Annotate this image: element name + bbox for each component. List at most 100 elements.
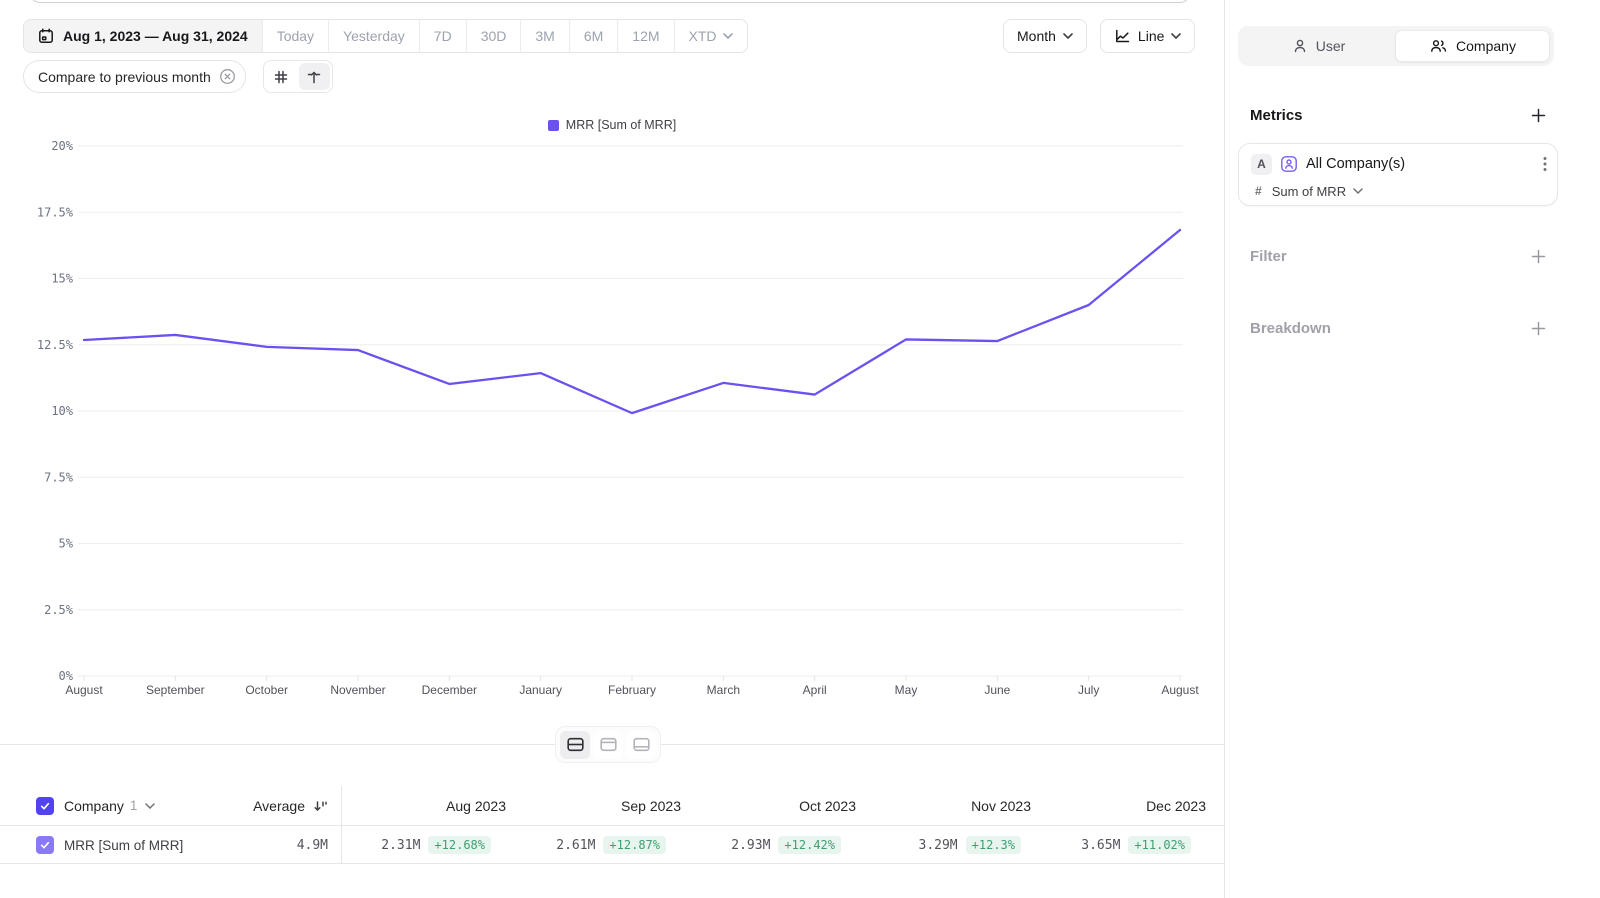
tab-user-label: User — [1316, 38, 1346, 54]
y-axis-tick-label: 7.5% — [44, 470, 74, 484]
y-axis-tick-label: 17.5% — [37, 205, 74, 219]
column-header-dec-2023[interactable]: Dec 2023 — [1046, 798, 1206, 814]
x-axis-month-label: April — [803, 683, 827, 697]
layout-split-button[interactable] — [560, 731, 590, 759]
chevron-down-icon — [145, 803, 155, 809]
chart-controls: Month Line — [1003, 19, 1195, 53]
mrr-line-chart[interactable]: 0%2.5%5%7.5%10%12.5%15%17.5%20%AugustSep… — [0, 138, 1224, 713]
y-axis-tick-label: 2.5% — [44, 603, 74, 617]
column-header-sep-2023[interactable]: Sep 2023 — [521, 798, 681, 814]
cell-nov-2023: 3.29M+12.3% — [871, 827, 1021, 863]
add-metric-button[interactable] — [1528, 105, 1548, 125]
preset-yesterday[interactable]: Yesterday — [328, 20, 419, 52]
y-axis-tick-label: 15% — [51, 272, 73, 286]
delta-badge: +12.68% — [428, 836, 491, 854]
main-panel: Aug 1, 2023 — Aug 31, 2024 Today Yesterd… — [0, 0, 1224, 898]
analytics-app: Aug 1, 2023 — Aug 31, 2024 Today Yesterd… — [0, 0, 1600, 898]
preset-6m[interactable]: 6M — [569, 20, 617, 52]
average-column-header[interactable]: Average — [180, 786, 328, 825]
metric-letter-badge: A — [1251, 154, 1272, 175]
date-range-label: Aug 1, 2023 — Aug 31, 2024 — [63, 28, 248, 44]
preset-3m[interactable]: 3M — [520, 20, 568, 52]
remove-compare-icon[interactable] — [219, 68, 236, 85]
y-axis-tick-label: 10% — [51, 404, 73, 418]
x-axis-month-label: September — [146, 683, 205, 697]
select-all-checkbox[interactable] — [36, 786, 54, 825]
date-range-button[interactable]: Aug 1, 2023 — Aug 31, 2024 — [24, 20, 262, 52]
chart-type-dropdown[interactable]: Line — [1100, 19, 1195, 53]
metrics-section-header: Metrics — [1238, 104, 1554, 126]
x-axis-month-label: August — [65, 683, 103, 697]
mrr-series-line[interactable] — [84, 230, 1180, 413]
users-icon — [1429, 38, 1448, 54]
chevron-down-icon — [1063, 33, 1073, 39]
table-column-divider — [341, 786, 342, 864]
x-axis-month-label: October — [245, 683, 288, 697]
x-axis-month-label: May — [895, 683, 918, 697]
x-axis-month-label: January — [519, 683, 562, 697]
line-chart-icon — [1114, 28, 1131, 44]
cell-dec-2023: 3.65M+11.02% — [1046, 827, 1191, 863]
metric-card[interactable]: A All Company(s) # Sum of MRR — [1238, 143, 1558, 206]
granularity-dropdown[interactable]: Month — [1003, 19, 1087, 53]
add-breakdown-button[interactable] — [1528, 318, 1548, 338]
entity-column-header[interactable]: Company 1 — [64, 786, 155, 825]
delta-badge: +12.3% — [966, 836, 1021, 854]
user-icon — [1292, 38, 1308, 54]
preset-7d[interactable]: 7D — [419, 20, 466, 52]
y-axis-tick-label: 5% — [59, 537, 74, 551]
x-axis-month-label: July — [1078, 683, 1099, 697]
preset-12m[interactable]: 12M — [617, 20, 673, 52]
table-header-row: Company 1 Average Aug 2023 Sep 2023 Oct … — [0, 786, 1224, 826]
preset-xtd-dropdown[interactable]: XTD — [674, 20, 747, 52]
config-sidebar: User Company Metrics A — [1224, 0, 1600, 898]
column-header-oct-2023[interactable]: Oct 2023 — [696, 798, 856, 814]
tab-company-label: Company — [1456, 38, 1516, 54]
chart-view-icon — [599, 736, 618, 753]
metric-row-name: MRR [Sum of MRR] — [64, 827, 183, 863]
compare-chip[interactable]: Compare to previous month — [23, 60, 246, 93]
breakdown-title: Breakdown — [1250, 320, 1331, 337]
filter-section-header: Filter — [1238, 245, 1554, 267]
x-axis-month-label: December — [422, 683, 477, 697]
row-checkbox[interactable] — [36, 827, 54, 863]
legend-label: MRR [Sum of MRR] — [566, 118, 676, 132]
tab-company[interactable]: Company — [1395, 30, 1550, 62]
x-axis-month-label: June — [984, 683, 1010, 697]
cell-aug-2023: 2.31M+12.68% — [346, 827, 491, 863]
metrics-title: Metrics — [1250, 107, 1303, 124]
aggregation-dropdown[interactable]: # Sum of MRR — [1255, 181, 1363, 201]
cell-sep-2023: 2.61M+12.87% — [521, 827, 666, 863]
add-filter-button[interactable] — [1528, 246, 1548, 266]
layout-table-button[interactable] — [626, 731, 656, 759]
chart-legend[interactable]: MRR [Sum of MRR] — [0, 118, 1224, 132]
column-header-aug-2023[interactable]: Aug 2023 — [346, 798, 506, 814]
grid-icon — [273, 69, 289, 85]
split-view-icon — [566, 736, 585, 753]
x-axis-month-label: August — [1161, 683, 1199, 697]
delta-badge: +12.87% — [603, 836, 666, 854]
layout-chart-button[interactable] — [593, 731, 623, 759]
table-row[interactable]: MRR [Sum of MRR] 4.9M 2.31M+12.68% 2.61M… — [0, 827, 1224, 864]
grid-toggle-button[interactable] — [266, 63, 297, 90]
compare-toolbar: Compare to previous month — [23, 60, 333, 93]
goal-toggle-button[interactable] — [299, 63, 330, 90]
kebab-menu-icon[interactable] — [1543, 156, 1547, 172]
aggregation-label: Sum of MRR — [1272, 184, 1346, 199]
arrow-up-from-line-icon — [306, 69, 322, 85]
y-axis-tick-label: 20% — [51, 139, 73, 153]
company-entity-icon — [1280, 155, 1298, 173]
delta-badge: +11.02% — [1128, 836, 1191, 854]
chevron-down-icon — [1171, 33, 1181, 39]
y-axis-tick-label: 0% — [59, 669, 74, 683]
x-axis-month-label: November — [330, 683, 385, 697]
layout-switcher — [555, 726, 661, 763]
column-header-nov-2023[interactable]: Nov 2023 — [871, 798, 1031, 814]
preset-30d[interactable]: 30D — [466, 20, 521, 52]
entity-toggle: User Company — [1238, 26, 1554, 66]
preset-today[interactable]: Today — [262, 20, 328, 52]
date-toolbar: Aug 1, 2023 — Aug 31, 2024 Today Yesterd… — [23, 19, 748, 53]
chart-tools-group — [263, 60, 333, 93]
legend-swatch — [548, 120, 559, 131]
tab-user[interactable]: User — [1242, 30, 1395, 62]
